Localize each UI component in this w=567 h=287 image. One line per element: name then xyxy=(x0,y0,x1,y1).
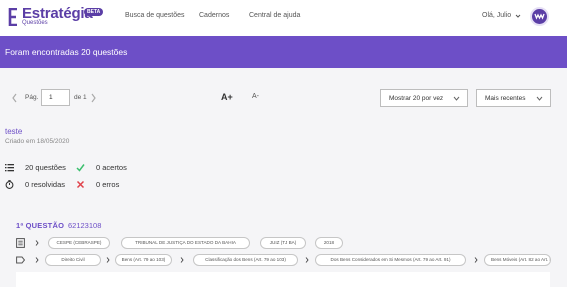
chevron-right-icon xyxy=(180,257,184,263)
chevron-right-icon xyxy=(106,257,110,263)
top-navbar: Estratégia Questões BETA Busca de questõ… xyxy=(0,0,567,36)
solved-count: 0 resolvidas xyxy=(25,180,66,189)
correct-count: 0 acertos xyxy=(96,163,127,172)
brand-sub: Questões xyxy=(22,20,48,26)
nav-link-ajuda[interactable]: Central de ajuda xyxy=(249,12,300,19)
question-card xyxy=(16,272,550,287)
chevron-right-icon xyxy=(35,257,39,263)
chevron-down-icon xyxy=(453,96,460,101)
document-icon xyxy=(16,238,25,248)
per-page-value: Mostrar 20 por vez xyxy=(389,95,444,102)
page-total: de 1 xyxy=(74,94,87,101)
font-increase-button[interactable]: A+ xyxy=(221,92,233,102)
topic-chip-bens[interactable]: Bens (Art. 79 ao 103) xyxy=(115,254,172,266)
info-chip-cargo[interactable]: JUIZ (TJ BA) xyxy=(260,237,306,249)
chevron-down-icon xyxy=(536,96,543,101)
sort-select[interactable]: Mais recentes xyxy=(476,89,551,107)
chevron-down-icon[interactable] xyxy=(515,13,521,19)
chevron-right-icon[interactable] xyxy=(90,93,97,103)
avatar[interactable] xyxy=(530,7,549,26)
list-icon xyxy=(5,164,14,172)
per-page-select[interactable]: Mostrar 20 por vez xyxy=(380,89,468,107)
chevron-right-icon xyxy=(305,257,309,263)
page-number-input[interactable] xyxy=(41,89,70,106)
info-chip-orgao[interactable]: TRIBUNAL DE JUSTIÇA DO ESTADO DA BAHIA xyxy=(121,237,250,249)
page-label: Pág. xyxy=(25,94,39,101)
chevron-right-icon xyxy=(35,240,39,246)
nav-link-cadernos[interactable]: Cadernos xyxy=(199,12,229,19)
notebook-created-date: Criado em 18/05/2020 xyxy=(5,138,70,145)
chevron-right-icon xyxy=(474,257,478,263)
topic-chip-classificacao[interactable]: Classificação dos Bens (Art. 79 ao 103) xyxy=(193,254,298,266)
errors-count: 0 erros xyxy=(96,180,120,189)
tag-icon xyxy=(16,256,25,264)
topic-chip-direito-civil[interactable]: Direito Civil xyxy=(45,254,101,266)
questions-count: 20 questões xyxy=(25,163,66,172)
beta-badge: BETA xyxy=(84,8,104,16)
stopwatch-icon xyxy=(5,180,14,189)
check-icon xyxy=(76,164,85,172)
info-chip-ano[interactable]: 2018 xyxy=(315,237,343,249)
user-greeting[interactable]: Olá, Julio xyxy=(482,12,511,19)
font-decrease-button[interactable]: A- xyxy=(252,93,259,100)
x-icon xyxy=(76,180,85,189)
nav-link-busca[interactable]: Busca de questões xyxy=(125,12,185,19)
question-id[interactable]: 62123108 xyxy=(68,221,101,230)
chevron-left-icon[interactable] xyxy=(11,93,18,103)
results-count-text: Foram encontradas 20 questões xyxy=(5,47,128,57)
sort-value: Mais recentes xyxy=(485,95,526,102)
topic-chip-bens-moveis[interactable]: Bens Móveis (Art. 82 ao Art. 84) xyxy=(484,254,551,266)
topic-chip-bens-em-si[interactable]: Dos Bens Considerados em Si Mesmos (Art.… xyxy=(315,254,466,266)
results-banner: Foram encontradas 20 questões xyxy=(0,36,567,68)
avatar-mascot-icon xyxy=(534,13,545,20)
estrategia-logo-icon[interactable] xyxy=(8,8,18,26)
notebook-title[interactable]: teste xyxy=(5,127,22,136)
question-number-label: 1ª QUESTÃO xyxy=(16,221,65,230)
info-chip-banca[interactable]: CESPE (CEBRASPE) xyxy=(48,237,110,249)
